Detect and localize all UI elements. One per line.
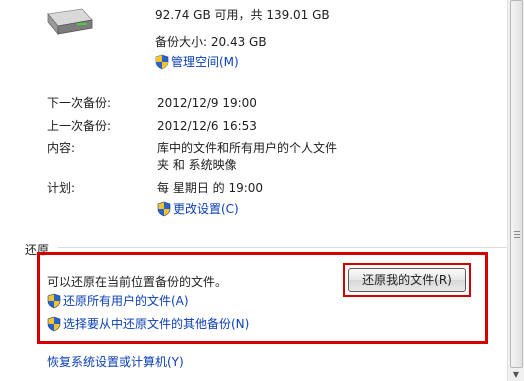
next-backup-label: 下一次备份: [47, 96, 112, 110]
last-backup-value: 2012/12/6 16:53 [157, 119, 257, 133]
uac-shield-icon [155, 54, 169, 70]
backup-restore-panel: 92.74 GB 可用，共 139.01 GB 备份大小: 20.43 GB 管… [0, 0, 524, 381]
section-divider [58, 247, 508, 248]
restore-description: 可以还原在当前位置备份的文件。 [47, 275, 228, 289]
hard-drive-icon [47, 8, 93, 36]
select-other-backup-link[interactable]: 选择要从中还原文件的其他备份(N) [47, 316, 249, 332]
schedule-label: 计划: [47, 181, 76, 195]
vertical-scrollbar[interactable]: ▼ [507, 0, 524, 381]
recover-system-link[interactable]: 恢复系统设置或计算机(Y) [47, 354, 184, 370]
contents-label: 内容: [47, 141, 76, 155]
restore-all-users-label[interactable]: 还原所有用户的文件(A) [63, 293, 189, 309]
restore-all-users-link[interactable]: 还原所有用户的文件(A) [47, 293, 189, 309]
contents-value-line1: 库中的文件和所有用户的个人文件 [157, 141, 338, 155]
uac-shield-icon [47, 316, 61, 332]
change-settings-link[interactable]: 更改设置(C) [157, 201, 239, 217]
restore-my-files-button[interactable]: 还原我的文件(R) [348, 268, 466, 292]
next-backup-value: 2012/12/9 19:00 [157, 96, 257, 110]
uac-shield-icon [157, 201, 171, 217]
backup-size: 备份大小: 20.43 GB [155, 35, 267, 49]
select-other-backup-label[interactable]: 选择要从中还原文件的其他备份(N) [63, 316, 249, 332]
uac-shield-icon [47, 293, 61, 309]
scroll-down-arrow-icon[interactable]: ▼ [510, 369, 522, 381]
manage-space-label[interactable]: 管理空间(M) [171, 54, 239, 70]
last-backup-label: 上一次备份: [47, 119, 112, 133]
drive-free-space: 92.74 GB 可用，共 139.01 GB [155, 8, 330, 22]
schedule-value: 每 星期日 的 19:00 [157, 181, 264, 195]
scrollbar-thumb[interactable] [510, 0, 523, 368]
thumb-grip-icon [514, 231, 520, 239]
contents-value-line2: 夹 和 系统映像 [157, 158, 237, 172]
change-settings-label[interactable]: 更改设置(C) [173, 201, 239, 217]
manage-space-link[interactable]: 管理空间(M) [155, 54, 239, 70]
